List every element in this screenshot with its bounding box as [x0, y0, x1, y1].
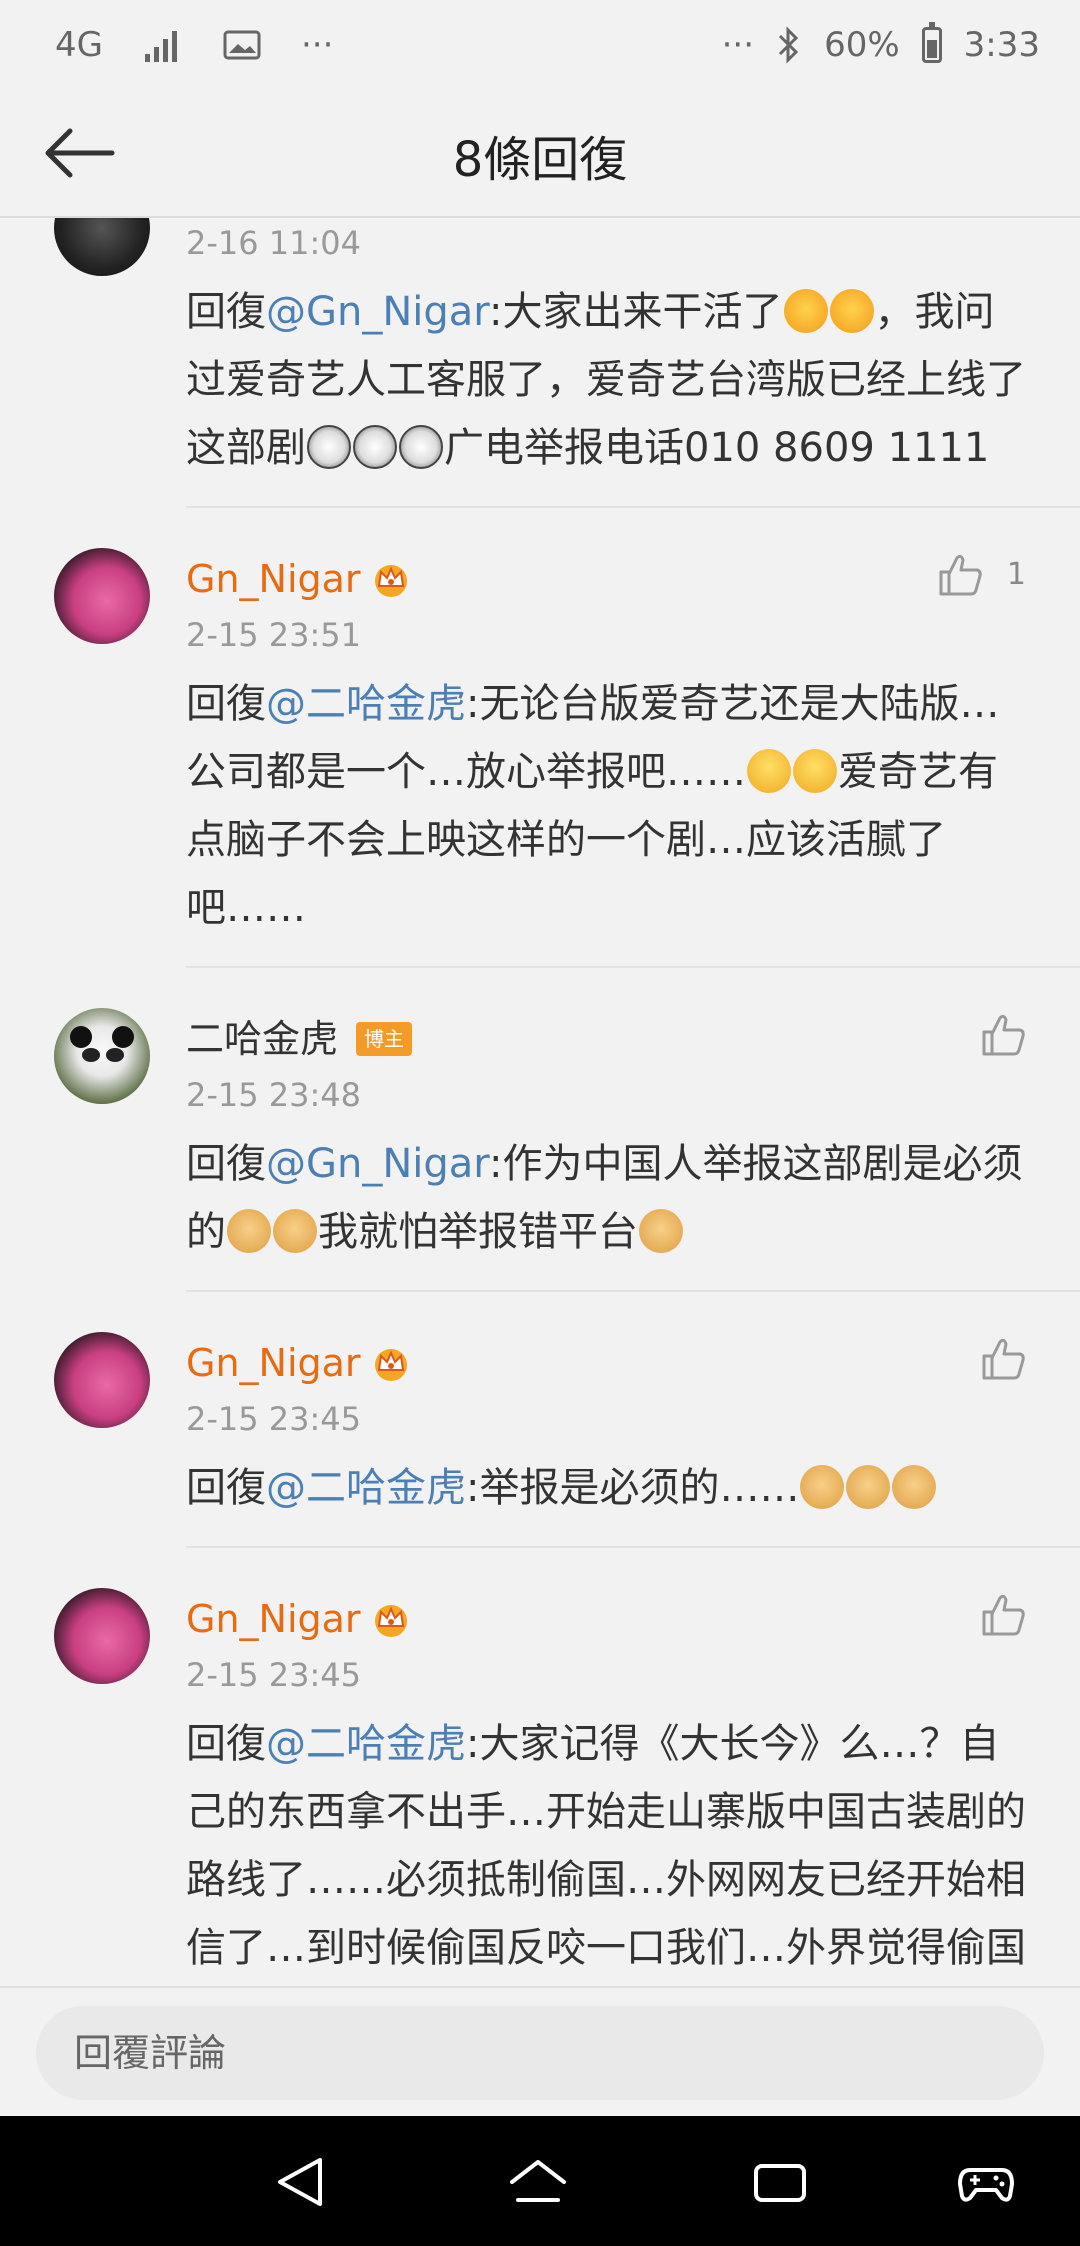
system-navigation-bar [0, 2116, 1080, 2246]
vip-crown-icon [374, 1605, 407, 1637]
avatar-detail [70, 1026, 92, 1048]
comment-time: 2-15 23:51 [186, 616, 362, 654]
comment-item[interactable]: 二哈金虎 博主 2-15 23:48 回復@Gn_Nigar:作为中国人举报这部… [54, 968, 1080, 1292]
grinning-emoji-icon [747, 749, 791, 793]
mention-link[interactable]: @二哈金虎 [266, 1465, 466, 1511]
like-button[interactable] [980, 1592, 1026, 1636]
comment-text: 回復@二哈金虎:举报是必须的…… [186, 1444, 1080, 1546]
panda-emoji-icon [353, 425, 397, 469]
battery-icon [921, 22, 942, 63]
author-name[interactable]: Gn_Nigar [186, 548, 361, 610]
comment-text: 回復@Gn_Nigar:作为中国人举报这部剧是必须的 我就怕举报错平台 [186, 1120, 1080, 1290]
comment-header: 二哈金虎 博主 [186, 968, 1080, 1070]
doge-emoji-icon [800, 1465, 845, 1509]
avatar[interactable] [54, 1008, 150, 1104]
nav-home-icon[interactable] [508, 2154, 568, 2210]
host-badge: 博主 [356, 1022, 413, 1056]
comment-header: 2-16 11:04 [186, 218, 1080, 268]
comment-item[interactable]: Gn_Nigar 2-15 23:45 回復@二哈金虎:举报是必须的…… [54, 1292, 1080, 1548]
author-name[interactable]: Gn_Nigar [186, 1588, 361, 1650]
mention-link[interactable]: @Gn_Nigar [266, 289, 489, 335]
thumbs-up-icon [982, 1594, 1025, 1636]
author-name[interactable]: 二哈金虎 [186, 1008, 338, 1070]
reply-prefix: 回復 [186, 1721, 266, 1767]
like-button[interactable]: 1 [937, 552, 1026, 596]
comment-text: 回復@二哈金虎:无论台版爱奇艺还是大陆版…公司都是一个…放心举报吧…… 爱奇艺有点… [186, 660, 1080, 966]
reply-input[interactable]: 回覆評論 [36, 2006, 1044, 2100]
like-button[interactable] [980, 1012, 1026, 1056]
header: 8條回復 [0, 90, 1080, 218]
panda-emoji-icon [399, 425, 443, 469]
comment-item[interactable]: 2-16 11:04 回復@Gn_Nigar:大家出来干活了 ，我问过爱奇艺人工客… [54, 218, 1080, 508]
comment-text-part: :举报是必须的…… [466, 1465, 800, 1511]
clock: 3:33 [963, 25, 1040, 65]
grinning-emoji-icon [793, 749, 837, 793]
overflow-indicator-left: ··· [300, 25, 334, 65]
avatar-detail [82, 1048, 100, 1062]
mention-link[interactable]: @二哈金虎 [266, 1721, 466, 1767]
comment-header: Gn_Nigar [186, 1548, 1080, 1650]
thumbs-up-icon [982, 1338, 1025, 1380]
like-button[interactable] [980, 1336, 1026, 1380]
avatar[interactable] [54, 218, 150, 276]
avatar-detail [106, 1048, 124, 1062]
reply-prefix: 回復 [186, 1465, 266, 1511]
comment-author[interactable]: Gn_Nigar [186, 1588, 411, 1650]
comment-author[interactable]: Gn_Nigar [186, 1332, 411, 1394]
doge-emoji-icon [227, 1209, 271, 1253]
comment-item[interactable]: Gn_Nigar 1 2-15 23:51 回復@二哈金虎:无论台版爱奇艺还是大… [54, 508, 1080, 968]
comment-time: 2-15 23:48 [186, 1076, 362, 1114]
doge-emoji-icon [273, 1209, 317, 1253]
nav-recents-icon[interactable] [750, 2154, 810, 2210]
status-bar: 4G ··· ··· 60% 3:33 [0, 0, 1080, 90]
overflow-indicator-right: ··· [721, 25, 755, 65]
doge-emoji-icon [892, 1465, 937, 1509]
comment-list[interactable]: 2-16 11:04 回復@Gn_Nigar:大家出来干活了 ，我问过爱奇艺人工客… [0, 218, 1080, 1986]
comment-text: 回復@Gn_Nigar:大家出来干活了 ，我问过爱奇艺人工客服了，爱奇艺台湾版已经… [186, 268, 1080, 506]
like-count: 1 [1006, 556, 1026, 592]
thumbs-up-icon [939, 554, 982, 596]
comment-time: 2-15 23:45 [186, 1656, 362, 1694]
comment-header: Gn_Nigar 1 [186, 508, 1080, 610]
thumbs-up-icon [982, 1014, 1025, 1056]
comment-time: 2-16 11:04 [186, 224, 362, 262]
comment-text-part: 我就怕举报错平台 [318, 1209, 638, 1255]
comment-header: Gn_Nigar [186, 1292, 1080, 1394]
nav-back-icon[interactable] [272, 2154, 332, 2210]
image-notification-icon [223, 30, 261, 60]
doge-emoji-icon [639, 1209, 683, 1253]
comment-text-part: :大家出来干活了 [489, 289, 783, 335]
mention-link[interactable]: @Gn_Nigar [266, 1141, 489, 1187]
game-controller-icon[interactable] [956, 2154, 1016, 2210]
signal-icon [144, 31, 177, 62]
comment-text: 回復@二哈金虎:大家记得《大长今》么…？自己的东西拿不出手…开始走山寨版中国古装… [186, 1700, 1080, 1986]
page-title: 8條回復 [452, 132, 628, 188]
network-indicator: 4G [55, 25, 103, 65]
avatar[interactable] [54, 548, 150, 644]
author-name[interactable]: Gn_Nigar [186, 1332, 361, 1394]
crying-laugh-emoji-icon [783, 289, 828, 333]
comment-author[interactable]: 二哈金虎 博主 [186, 1008, 413, 1070]
crying-laugh-emoji-icon [829, 289, 874, 333]
doge-emoji-icon [846, 1465, 891, 1509]
avatar[interactable] [54, 1332, 150, 1428]
panda-emoji-icon [307, 425, 351, 469]
bluetooth-icon [779, 26, 799, 64]
reply-bar: 回覆評論 [0, 1986, 1080, 2118]
battery-percent: 60% [824, 25, 900, 65]
vip-crown-icon [374, 565, 407, 597]
comment-text-part: 广电举报电话010 8609 1111 [444, 425, 990, 471]
comment-item[interactable]: Gn_Nigar 2-15 23:45 回復@二哈金虎:大家记得《大长今》么…？… [54, 1548, 1080, 1986]
comment-author[interactable]: Gn_Nigar [186, 548, 411, 610]
vip-crown-icon [374, 1349, 407, 1381]
reply-prefix: 回復 [186, 1141, 266, 1187]
avatar[interactable] [54, 1588, 150, 1684]
reply-prefix: 回復 [186, 681, 266, 727]
comment-time: 2-15 23:45 [186, 1400, 362, 1438]
avatar-detail [112, 1026, 134, 1048]
mention-link[interactable]: @二哈金虎 [266, 681, 466, 727]
reply-prefix: 回復 [186, 289, 266, 335]
